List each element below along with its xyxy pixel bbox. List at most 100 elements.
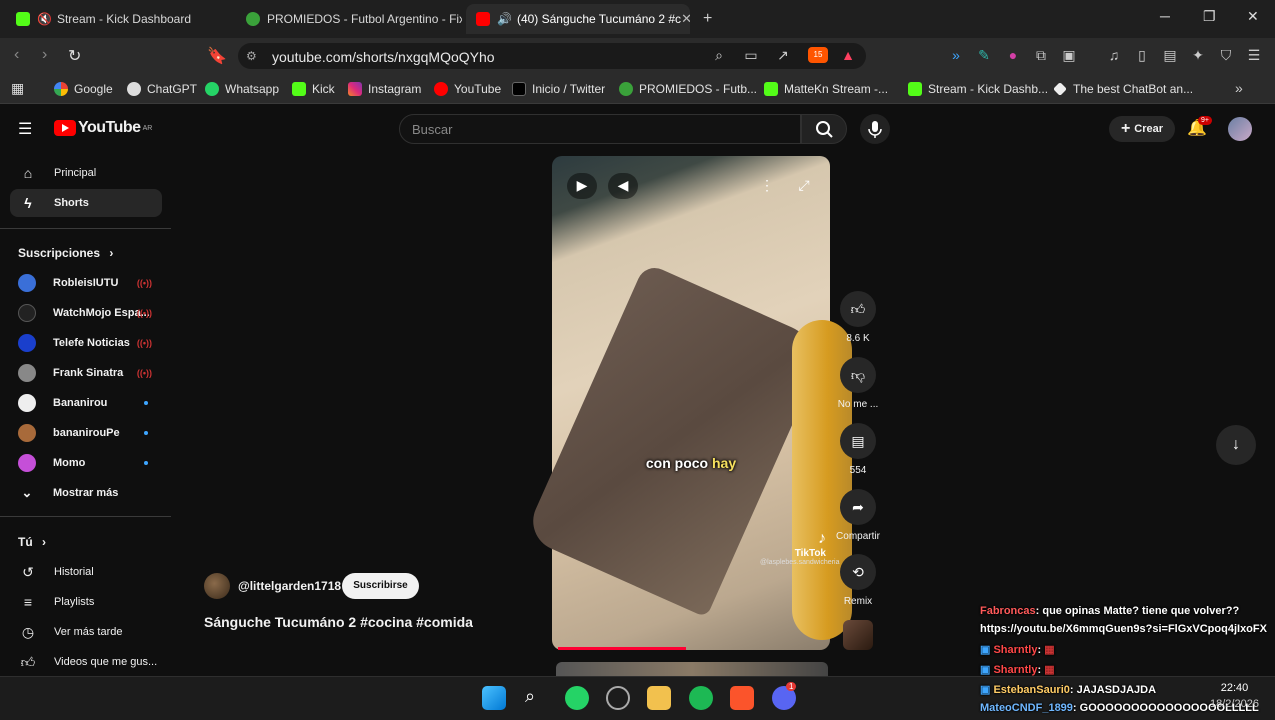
sub-channel[interactable]: WatchMojo Espa... ((•)) (18, 303, 162, 323)
sidebar-item-playlists[interactable]: ≡ Playlists (10, 588, 162, 616)
share-icon: ➦ (840, 489, 876, 525)
wallet-icon[interactable]: ▤ (1162, 47, 1178, 63)
speaker-icon[interactable]: 🔊 (497, 12, 512, 26)
bookmark-promiedos[interactable]: PROMIEDOS - Futb... (619, 81, 757, 97)
remix-action[interactable]: ⟲ Remix (836, 554, 880, 607)
leo-ai-icon[interactable]: ✦ (1190, 47, 1206, 63)
fullscreen-icon[interactable]: ⤢ (794, 175, 814, 195)
extension-wave-icon[interactable]: » (948, 47, 964, 63)
sub-channel[interactable]: bananirouPe (18, 423, 162, 443)
bookmark-icon[interactable]: 🔖 (207, 46, 227, 66)
new-tab-icon[interactable]: + (703, 10, 712, 28)
dislike-action[interactable]: 👎︎ No me ... (836, 357, 880, 410)
tab-youtube-short[interactable]: 🔊 (40) Sánguche Tucumáno 2 #c ✕ (466, 4, 690, 34)
taskbar-whatsapp-icon[interactable] (565, 686, 589, 710)
taskbar-explorer-icon[interactable] (647, 686, 671, 710)
show-more-button[interactable]: ⌄ Mostrar más (18, 483, 162, 503)
taskbar-discord-icon[interactable]: 1 (772, 682, 797, 710)
you-header[interactable]: Tú › (18, 535, 46, 549)
more-bookmarks-icon[interactable]: » (1235, 80, 1243, 96)
muted-speaker-icon[interactable]: 🔇 (37, 12, 52, 26)
extension-translate-icon[interactable]: ✎ (976, 47, 992, 63)
share-page-icon[interactable]: ↗ (775, 47, 791, 63)
short-title: Sánguche Tucumáno 2 #cocina #comida (204, 614, 473, 630)
sidebar-item-historial[interactable]: ↺ Historial (10, 558, 162, 586)
taskbar-spotify-icon[interactable] (689, 686, 713, 710)
menu-icon[interactable]: ☰ (1246, 47, 1262, 63)
youtube-logo[interactable]: YouTube AR (54, 119, 152, 137)
minimize-icon[interactable]: ─ (1160, 8, 1170, 24)
channel-info[interactable]: @littelgarden1718 (204, 573, 341, 599)
notifications-button[interactable]: 🔔 9+ (1187, 116, 1212, 138)
bookmark-whatsapp[interactable]: Whatsapp (205, 81, 279, 97)
extensions-icon[interactable]: ⧉ (1033, 47, 1049, 63)
screenshot-icon[interactable]: ▣ (1061, 47, 1077, 63)
next-short-button[interactable]: ↓ (1216, 425, 1256, 465)
windows-start-icon[interactable] (482, 686, 506, 710)
next-short-preview[interactable] (556, 662, 828, 676)
forward-icon[interactable]: › (42, 46, 47, 64)
restore-icon[interactable]: ❐ (1203, 8, 1216, 25)
share-action[interactable]: ➦ Compartir (836, 489, 880, 542)
extension-u-icon[interactable]: ● (1005, 47, 1021, 63)
brave-rewards-icon[interactable]: ▲ (840, 47, 856, 63)
video-progress-bar[interactable] (558, 647, 686, 650)
comments-action[interactable]: ▤ 554 (836, 423, 880, 476)
bookmark-instagram[interactable]: Instagram (348, 81, 421, 97)
bookmark-chatbot[interactable]: The best ChatBot an... (1053, 81, 1193, 97)
cast-icon[interactable]: ▭ (743, 47, 759, 63)
vpn-icon[interactable]: ⛉ (1218, 47, 1234, 63)
url-text[interactable]: youtube.com/shorts/nxgqMQoQYho (272, 49, 495, 65)
bookmark-youtube[interactable]: YouTube (434, 81, 501, 97)
bookmark-google[interactable]: Google (54, 81, 113, 97)
sub-channel[interactable]: Momo (18, 453, 162, 473)
sub-channel[interactable]: RobleisIUTU ((•)) (18, 273, 162, 293)
sidebar-icon[interactable]: ▯ (1134, 47, 1150, 63)
search-box (399, 114, 801, 144)
brave-shield-icon[interactable]: 15 (808, 47, 828, 63)
sub-channel[interactable]: Bananirou (18, 393, 162, 413)
taskbar-chatgpt-icon[interactable] (606, 686, 630, 710)
sub-channel[interactable]: Frank Sinatra ((•)) (18, 363, 162, 383)
subscribe-button[interactable]: Suscribirse (342, 573, 419, 599)
tab-kick-dashboard[interactable]: 🔇 Stream - Kick Dashboard (6, 4, 234, 34)
taskbar-brave-icon[interactable] (730, 686, 754, 710)
sound-thumbnail[interactable] (843, 620, 873, 650)
system-clock[interactable]: 22:40 18/2/2026 (1210, 682, 1259, 710)
search-input[interactable] (400, 115, 800, 143)
google-icon (54, 82, 68, 96)
sidebar-item-principal[interactable]: ⌂ Principal (10, 159, 162, 187)
comment-icon: ▤ (840, 423, 876, 459)
create-button[interactable]: + Crear (1109, 116, 1175, 142)
close-window-icon[interactable]: ✕ (1247, 8, 1259, 25)
sidebar-item-shorts[interactable]: ϟ Shorts (10, 189, 162, 217)
more-options-icon[interactable]: ⋮ (757, 175, 777, 195)
bookmark-chatgpt[interactable]: ChatGPT (127, 81, 197, 97)
taskbar-search-icon[interactable]: ⌕ (525, 686, 535, 707)
bookmark-kick-dashboard[interactable]: Stream - Kick Dashb... (908, 81, 1048, 97)
sidebar-item-watch-later[interactable]: ◷ Ver más tarde (10, 618, 162, 646)
tab-promiedos[interactable]: PROMIEDOS - Futbol Argentino - Fix (236, 4, 462, 34)
bookmark-kick[interactable]: Kick (292, 81, 335, 97)
like-action[interactable]: 👍︎ 8.6 K (836, 291, 880, 344)
sidebar-item-liked-videos[interactable]: 👍︎ Videos que me gus... (10, 648, 162, 676)
bookmark-matte-stream[interactable]: MatteKn Stream -... (764, 81, 888, 97)
plus-icon: + (1120, 120, 1131, 137)
account-avatar[interactable] (1228, 117, 1252, 141)
sub-channel[interactable]: Telefe Noticias ((•)) (18, 333, 162, 353)
chat-line: Fabroncas: que opinas Matte? tiene que v… (980, 605, 1240, 617)
bookmark-twitter[interactable]: Inicio / Twitter (512, 81, 605, 97)
zoom-icon[interactable]: ⌕ (711, 47, 727, 63)
live-indicator-icon: ((•)) (136, 308, 152, 318)
voice-search-button[interactable] (860, 114, 890, 144)
reload-icon[interactable]: ↻ (68, 46, 81, 66)
site-settings-icon[interactable]: ⚙ (246, 49, 257, 63)
media-icon[interactable]: ♫ (1106, 47, 1122, 63)
search-button[interactable] (801, 114, 847, 144)
diamond-icon (1053, 82, 1067, 96)
guide-menu-icon[interactable]: ☰ (18, 119, 32, 139)
close-tab-icon[interactable]: ✕ (681, 11, 690, 27)
subscriptions-header[interactable]: Suscripciones › (18, 246, 113, 260)
back-icon[interactable]: ‹ (14, 46, 19, 64)
apps-icon[interactable]: ▦ (11, 80, 24, 97)
